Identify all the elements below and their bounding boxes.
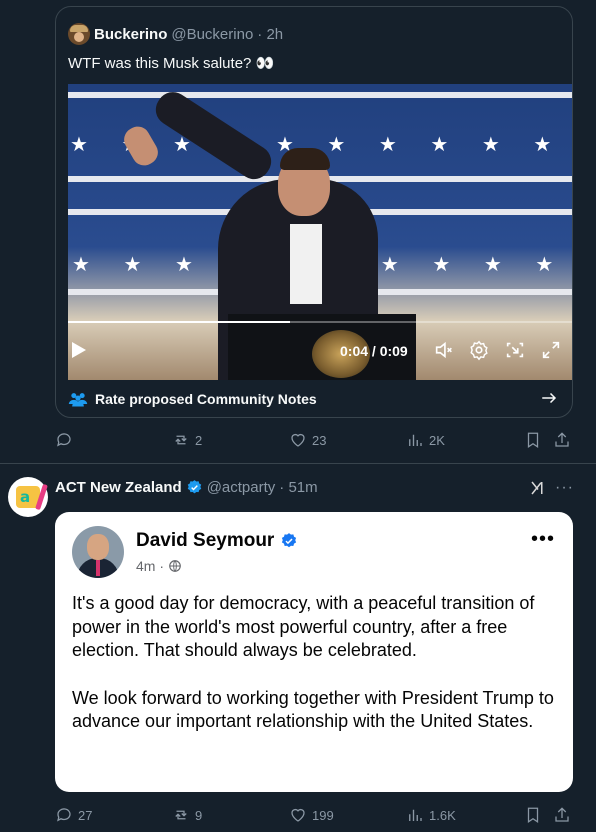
quoted-author-name[interactable]: Buckerino (94, 26, 167, 43)
avatar-decoration (96, 560, 100, 576)
quoted-tweet-time[interactable]: · 2h (257, 26, 283, 43)
views-button[interactable]: 1.6K (406, 806, 456, 824)
tweet2-action-bar: 27 9 199 1.6K (55, 806, 575, 830)
video-decoration (290, 224, 322, 304)
tweet2-author-handle[interactable]: @actparty (207, 479, 276, 496)
fb-author-name: David Seymour (136, 530, 275, 551)
community-notes-people-icon (68, 393, 88, 407)
fb-post-time: 4m · (136, 558, 164, 574)
like-button[interactable]: 199 (289, 806, 334, 824)
avatar-decoration (87, 534, 109, 560)
buckerino-avatar[interactable] (68, 23, 90, 45)
fb-post-meta: 4m · (136, 558, 182, 574)
views-button[interactable]: 2K (406, 431, 445, 449)
views-chart-icon (409, 809, 422, 821)
tweet1-action-bar: 2 23 2K (55, 431, 575, 455)
video-time: 0:04 / 0:09 (340, 343, 408, 359)
view-count: 2K (429, 432, 445, 448)
settings-gear-icon[interactable] (468, 339, 490, 361)
video-progress-bar[interactable] (68, 321, 572, 323)
fb-verified-badge-icon (282, 533, 297, 548)
fb-more-options-icon: ••• (530, 528, 555, 550)
david-seymour-avatar (72, 526, 124, 578)
retweet-button[interactable]: 9 (172, 806, 202, 824)
community-notes-label: Rate proposed Community Notes (95, 391, 317, 407)
arrow-right-icon[interactable] (540, 389, 558, 407)
share-icon[interactable] (553, 806, 571, 824)
retweet-icon (175, 810, 187, 820)
tweet2-time[interactable]: · 51m (279, 479, 317, 496)
heart-icon (291, 808, 305, 822)
reply-icon (57, 433, 71, 447)
quoted-tweet-text: WTF was this Musk salute? 👀 (68, 55, 275, 72)
mute-icon[interactable] (433, 339, 455, 361)
globe-icon (169, 560, 181, 572)
reply-count: 27 (78, 807, 93, 823)
like-count: 23 (312, 432, 327, 448)
fullscreen-icon[interactable] (540, 339, 562, 361)
quoted-author-handle[interactable]: @Buckerino (171, 26, 253, 43)
video-decoration (280, 148, 330, 170)
tweet2-header: ACT New Zealand @actparty · 51m (55, 479, 318, 496)
quoted-tweet-card[interactable]: Buckerino @Buckerino · 2h WTF was this M… (55, 6, 573, 418)
verified-badge-icon[interactable] (186, 479, 203, 496)
act-party-avatar[interactable]: a (8, 477, 48, 517)
retweet-count: 9 (195, 807, 203, 823)
video-controls: 0:04 / 0:09 (68, 336, 572, 366)
share-icon[interactable] (553, 431, 571, 449)
act-logo: a (16, 483, 48, 511)
video-player[interactable]: ★ ★ ★ ★ ★ ★ ★ ★ ★ ★ ★ ★ ★ ★ ★ ★ ★ ★ ★ ★ … (68, 84, 572, 380)
retweet-count: 2 (195, 432, 203, 448)
retweet-button[interactable]: 2 (172, 431, 202, 449)
view-count: 1.6K (429, 807, 456, 823)
video-progress-fill (68, 321, 290, 323)
grok-icon[interactable] (529, 479, 547, 497)
quoted-tweet-header: Buckerino @Buckerino · 2h (68, 23, 283, 45)
tweet2-author-name[interactable]: ACT New Zealand (55, 479, 182, 496)
embedded-facebook-post-image[interactable]: David Seymour 4m · ••• It's a good day f… (55, 512, 573, 792)
reply-icon (57, 808, 71, 822)
fb-author-name-row: David Seymour (136, 530, 298, 552)
more-options-icon[interactable]: ··· (555, 479, 574, 497)
bookmark-icon[interactable] (524, 431, 542, 449)
tweet-divider (0, 463, 596, 464)
views-chart-icon (409, 434, 422, 446)
video-decoration (68, 92, 572, 98)
heart-icon (291, 433, 305, 447)
reply-button[interactable] (55, 431, 78, 449)
fb-paragraph: We look forward to working together with… (72, 687, 554, 732)
video-decoration (119, 122, 163, 170)
play-icon[interactable] (72, 342, 86, 358)
retweet-icon (175, 435, 187, 445)
picture-in-picture-icon[interactable] (504, 339, 526, 361)
fb-post-text: It's a good day for democracy, with a pe… (72, 592, 560, 734)
community-notes-bar[interactable]: Rate proposed Community Notes (56, 380, 572, 417)
like-count: 199 (312, 807, 334, 823)
reply-button[interactable]: 27 (55, 806, 92, 824)
bookmark-icon[interactable] (524, 806, 542, 824)
fb-paragraph: It's a good day for democracy, with a pe… (72, 593, 535, 660)
like-button[interactable]: 23 (289, 431, 326, 449)
